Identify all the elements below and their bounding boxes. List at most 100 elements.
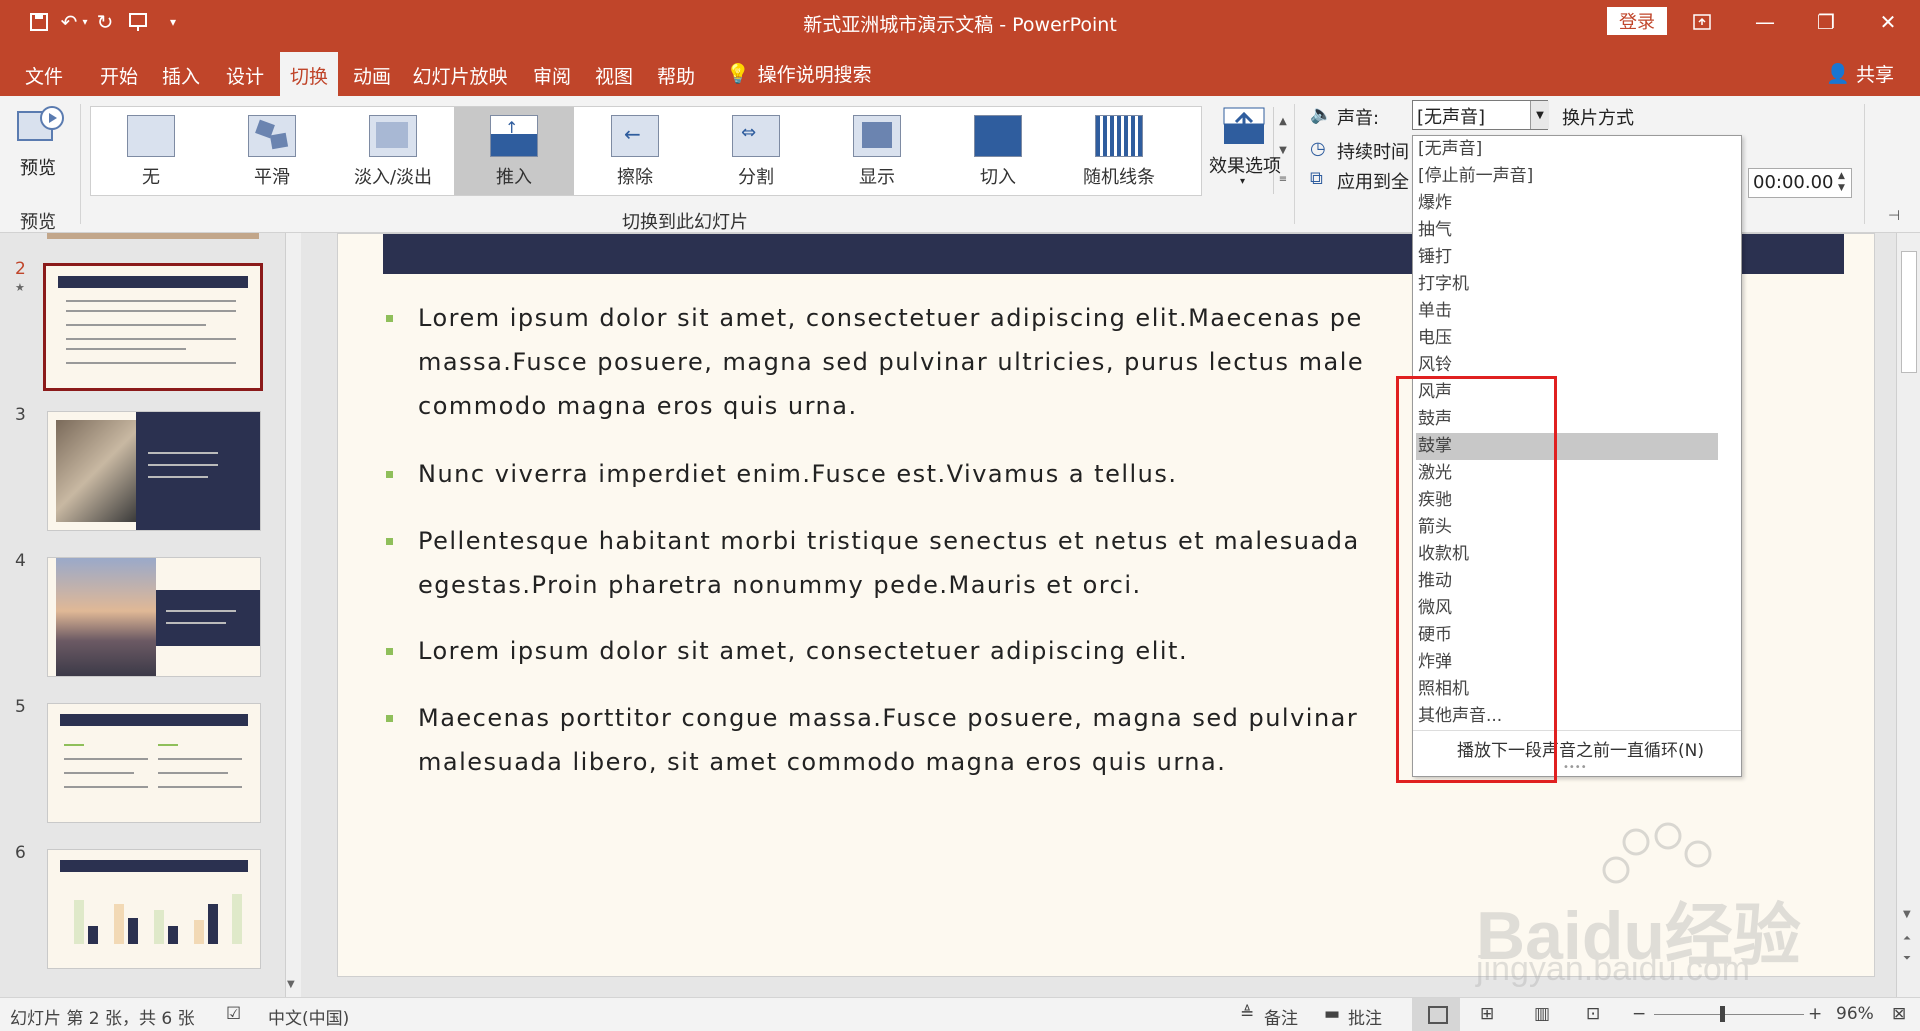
comments-button[interactable]: 批注 bbox=[1348, 1004, 1382, 1029]
time-spinner-icon[interactable]: ▲ ▼ bbox=[1838, 170, 1845, 194]
tell-me-search[interactable]: 💡 操作说明搜索 bbox=[726, 60, 872, 87]
zoom-slider-thumb[interactable] bbox=[1720, 1006, 1725, 1022]
scroll-down-icon[interactable]: ▼ bbox=[1903, 909, 1911, 920]
transition-label: 切入 bbox=[980, 167, 1016, 188]
bullet-text[interactable]: Pellentesque habitant morbi tristique se… bbox=[386, 519, 1360, 563]
transition-split[interactable]: ⇔ 分割 bbox=[696, 107, 816, 195]
watermark-url: jingyan.baidu.com bbox=[1476, 950, 1751, 988]
bullet-text-continued[interactable]: massa.Fusce posuere, magna sed pulvinar … bbox=[418, 340, 1364, 384]
slide-sorter-icon[interactable]: ⊞ bbox=[1480, 1004, 1494, 1024]
effect-options-dropdown-icon[interactable]: ▾ bbox=[1240, 176, 1245, 187]
bullet-text-continued[interactable]: egestas.Proin pharetra nonummy pede.Maur… bbox=[418, 563, 1142, 607]
preview-button[interactable]: 预览 bbox=[20, 154, 56, 180]
zoom-in-icon[interactable]: + bbox=[1808, 1004, 1822, 1024]
bullet-text[interactable]: Maecenas porttitor congue massa.Fusce po… bbox=[386, 696, 1359, 740]
thumb-chart-bar bbox=[74, 900, 84, 944]
normal-view-icon bbox=[1428, 1006, 1448, 1024]
transition-none[interactable]: 无 bbox=[91, 107, 211, 195]
sound-dropdown-arrow-icon[interactable]: ▼ bbox=[1530, 101, 1549, 129]
zoom-out-icon[interactable]: − bbox=[1632, 1004, 1646, 1024]
notes-button[interactable]: 备注 bbox=[1264, 1004, 1298, 1029]
thumb-line bbox=[64, 786, 148, 788]
spell-check-icon[interactable]: ☑ bbox=[226, 1004, 241, 1024]
pin-ribbon-icon[interactable]: ⊣ bbox=[1888, 208, 1900, 224]
sound-option[interactable]: 风铃 bbox=[1416, 352, 1718, 379]
sound-option[interactable]: 电压 bbox=[1416, 325, 1718, 352]
zoom-level[interactable]: 96% bbox=[1836, 1004, 1874, 1024]
sound-select[interactable]: [无声音] bbox=[1412, 100, 1548, 130]
duration-label: 持续时间 bbox=[1337, 142, 1409, 163]
scroll-thumb[interactable] bbox=[1901, 251, 1917, 373]
notes-icon: ≜ bbox=[1240, 1004, 1255, 1024]
fade-icon bbox=[369, 115, 417, 157]
after-time-field[interactable]: 00:00.00 bbox=[1748, 168, 1852, 198]
slideshow-view-icon[interactable]: ⊡ bbox=[1586, 1004, 1600, 1024]
thumb-chart-bar bbox=[88, 926, 98, 944]
bullet-line: Lorem ipsum dolor sit amet, consectetuer… bbox=[418, 304, 1363, 332]
sound-option[interactable]: 锤打 bbox=[1416, 244, 1718, 271]
next-slide-icon[interactable]: ⏷ bbox=[1903, 953, 1911, 964]
transition-fade[interactable]: 淡入/淡出 bbox=[333, 107, 453, 195]
slide-thumbnail-4[interactable] bbox=[47, 557, 261, 677]
sound-option[interactable]: 打字机 bbox=[1416, 271, 1718, 298]
slide-1-thumbnail-edge[interactable] bbox=[47, 233, 259, 239]
fit-to-window-icon[interactable]: ⊠ bbox=[1892, 1004, 1906, 1024]
sound-option[interactable]: 抽气 bbox=[1416, 217, 1718, 244]
restore-icon[interactable]: ❐ bbox=[1804, 6, 1848, 38]
reading-view-icon[interactable]: ▥ bbox=[1534, 1004, 1550, 1024]
transition-cut[interactable]: 切入 bbox=[938, 107, 1058, 195]
scroll-down-icon[interactable]: ▼ bbox=[287, 979, 295, 990]
transition-morph[interactable]: 平滑 bbox=[212, 107, 332, 195]
thumbnails-scrollbar[interactable]: ▼ bbox=[285, 233, 302, 997]
zoom-slider[interactable] bbox=[1654, 1014, 1804, 1015]
slide-scrollbar[interactable]: ▼ ⏶ ⏷ bbox=[1896, 233, 1920, 997]
effect-options-icon[interactable] bbox=[1222, 106, 1266, 146]
transition-random-bars[interactable]: 随机线条 bbox=[1059, 107, 1179, 195]
effect-options-button[interactable]: 效果选项 bbox=[1209, 152, 1281, 178]
thumb-line bbox=[158, 786, 242, 788]
slide-number: 6 bbox=[15, 843, 26, 863]
transition-wipe[interactable]: ← 擦除 bbox=[575, 107, 695, 195]
preview-group-label: 预览 bbox=[20, 212, 56, 233]
thumb-dark-panel bbox=[156, 590, 260, 646]
bullet-line: Maecenas porttitor congue massa.Fusce po… bbox=[418, 704, 1359, 732]
slide-thumbnail-5[interactable] bbox=[47, 703, 261, 823]
sound-option[interactable]: [无声音] bbox=[1416, 136, 1718, 163]
title-bar: ↶ ▾ ↻ ▾ 新式亚洲城市演示文稿 - PowerPoint 登录 — ❐ ✕ bbox=[0, 0, 1920, 44]
transition-label: 显示 bbox=[859, 167, 895, 188]
close-icon[interactable]: ✕ bbox=[1866, 6, 1910, 38]
transition-label: 淡入/淡出 bbox=[353, 167, 433, 188]
random-bars-icon bbox=[1095, 115, 1143, 157]
sound-option[interactable]: [停止前一声音] bbox=[1416, 163, 1718, 190]
thumb-line bbox=[64, 758, 148, 760]
bullet-text-continued[interactable]: commodo magna eros quis urna. bbox=[418, 384, 858, 428]
thumb-chart-bar bbox=[128, 918, 138, 944]
login-button[interactable]: 登录 bbox=[1607, 7, 1667, 35]
previous-slide-icon[interactable]: ⏶ bbox=[1903, 933, 1911, 944]
apply-to-all-button[interactable]: 应用到全 bbox=[1337, 168, 1409, 194]
share-button[interactable]: 👤 共享 bbox=[1826, 60, 1894, 87]
gallery-up-icon[interactable]: ▲ bbox=[1273, 107, 1292, 136]
language-indicator[interactable]: 中文(中国) bbox=[268, 1004, 349, 1029]
slide-number: 4 bbox=[15, 551, 26, 571]
slide-thumbnail-3[interactable] bbox=[47, 411, 261, 531]
sound-option[interactable]: 爆炸 bbox=[1416, 190, 1718, 217]
lightbulb-icon: 💡 bbox=[726, 63, 750, 85]
thumb-line bbox=[66, 338, 236, 340]
bullet-text[interactable]: Lorem ipsum dolor sit amet, consectetuer… bbox=[386, 296, 1363, 340]
bullet-marker bbox=[386, 471, 393, 478]
resize-grip-icon[interactable]: •••• bbox=[1563, 762, 1587, 773]
transition-reveal[interactable]: 显示 bbox=[817, 107, 937, 195]
bullet-text[interactable]: Lorem ipsum dolor sit amet, consectetuer… bbox=[386, 629, 1188, 673]
bullet-text[interactable]: Nunc viverra imperdiet enim.Fusce est.Vi… bbox=[386, 452, 1178, 496]
preview-icon[interactable] bbox=[14, 104, 66, 148]
thumb-chart-bar bbox=[154, 910, 164, 944]
bullet-text-continued[interactable]: malesuada libero, sit amet commodo magna… bbox=[418, 740, 1226, 784]
slide-thumbnail-6[interactable] bbox=[47, 849, 261, 969]
transition-push[interactable]: ↑ 推入 bbox=[454, 107, 574, 195]
minimize-icon[interactable]: — bbox=[1743, 6, 1787, 38]
ribbon-display-options-icon[interactable] bbox=[1680, 6, 1724, 38]
sound-option[interactable]: 单击 bbox=[1416, 298, 1718, 325]
slide-thumbnail-2[interactable] bbox=[43, 263, 263, 391]
normal-view-button[interactable] bbox=[1412, 998, 1460, 1031]
